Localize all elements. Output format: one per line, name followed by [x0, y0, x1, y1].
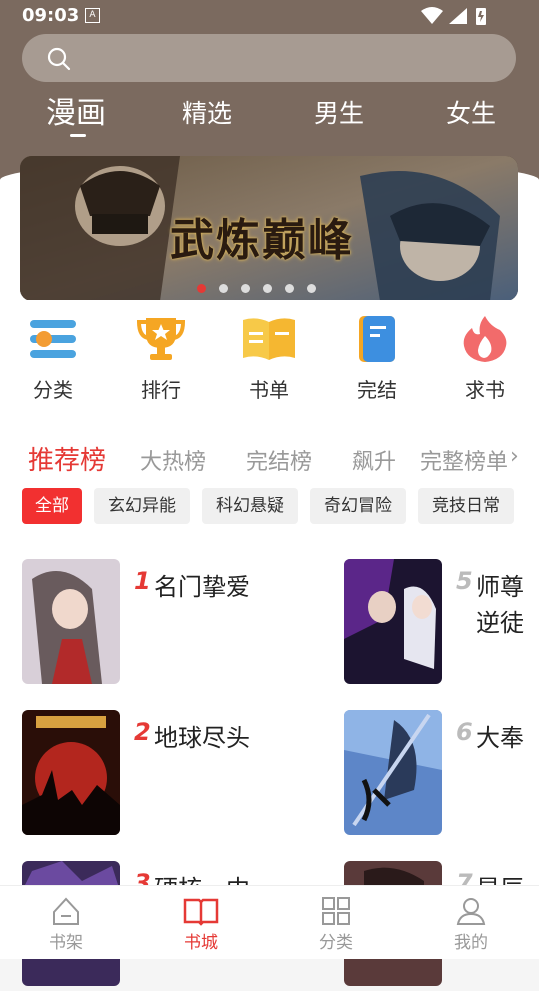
rank-tab-recommend[interactable]: 推荐榜: [28, 440, 106, 477]
nav-label: 我的: [454, 933, 488, 953]
status-bar: 09:03 A: [0, 0, 539, 30]
book-item[interactable]: 5 师尊 逆徒: [344, 559, 539, 689]
pagination-dot: [219, 284, 228, 293]
category-label: 排行: [141, 378, 181, 402]
chip-scifi-mystery[interactable]: 科幻悬疑: [202, 488, 298, 524]
category-label: 分类: [33, 378, 73, 402]
tab-comics[interactable]: 漫画: [46, 88, 106, 132]
nav-label: 书城: [184, 933, 218, 953]
banner[interactable]: 武炼巅峰: [20, 156, 518, 301]
category-label: 求书: [465, 378, 505, 402]
category-ranking[interactable]: 排行: [121, 316, 201, 403]
book-open-icon: [243, 318, 295, 360]
book-icon: [359, 316, 395, 362]
list-icon: [30, 320, 76, 358]
ranking-tabs: 推荐榜 大热榜 完结榜 飙升 完整榜单 ›: [0, 440, 539, 480]
tab-female[interactable]: 女生: [446, 94, 496, 130]
tab-male[interactable]: 男生: [314, 94, 364, 130]
nav-bookshelf[interactable]: 书架: [26, 896, 106, 953]
book-title-line2: 逆徒: [476, 609, 524, 637]
pagination-dot: [307, 284, 316, 293]
chip-adventure[interactable]: 奇幻冒险: [310, 488, 406, 524]
book-title: 名门挚爱: [154, 573, 250, 601]
category-classify[interactable]: 分类: [13, 316, 93, 403]
book-cover: [22, 559, 120, 684]
book-cover: [344, 710, 442, 835]
bottom-nav: 书架 书城 分类 我的: [0, 885, 539, 959]
chip-fantasy-ability[interactable]: 玄幻异能: [94, 488, 190, 524]
top-tabs: 漫画 精选 男生 女生: [0, 88, 539, 138]
pagination-dot: [285, 284, 294, 293]
rank-tab-hot[interactable]: 大热榜: [140, 444, 206, 476]
tab-indicator: [70, 134, 86, 137]
nav-profile[interactable]: 我的: [431, 896, 511, 953]
book-title: 大奉: [476, 724, 524, 752]
category-label: 书单: [249, 378, 289, 402]
book-cover: [344, 559, 442, 684]
main-content: 分类 排行 书单 完结 求书 推荐榜 大热榜 完结榜 飙升 完整榜单 › 全部 …: [0, 300, 539, 986]
pagination-dot: [263, 284, 272, 293]
grid-icon: [322, 897, 350, 925]
wifi-icon: [421, 7, 443, 24]
book-title: 地球尽头: [154, 724, 250, 752]
banner-pagination: [197, 278, 329, 297]
bookshelf-icon: [53, 897, 79, 925]
status-icons: [419, 5, 499, 31]
chevron-right-icon[interactable]: ›: [510, 444, 519, 469]
open-book-icon: [183, 898, 219, 926]
book-title: 师尊: [476, 573, 524, 601]
chip-all[interactable]: 全部: [22, 488, 82, 524]
nav-label: 书架: [49, 933, 83, 953]
category-completed[interactable]: 完结: [337, 316, 417, 403]
category-label: 完结: [357, 378, 397, 402]
rank-tab-completed[interactable]: 完结榜: [246, 444, 312, 476]
tab-featured[interactable]: 精选: [182, 94, 232, 130]
nav-label: 分类: [319, 933, 353, 953]
notification-a-icon: A: [85, 8, 100, 23]
rank-tab-full-list[interactable]: 完整榜单: [420, 444, 508, 476]
nav-bookstore[interactable]: 书城: [161, 896, 241, 953]
user-icon: [456, 898, 486, 925]
book-cover: [22, 710, 120, 835]
pagination-dot: [241, 284, 250, 293]
book-rank: 6: [456, 718, 473, 746]
status-time: 09:03: [22, 5, 80, 26]
pagination-dot: [197, 284, 206, 293]
book-item[interactable]: 2 地球尽头: [22, 710, 282, 840]
search-input[interactable]: [22, 34, 516, 82]
book-rank: 1: [134, 567, 151, 595]
rank-tab-rising[interactable]: 飙升: [352, 444, 396, 476]
book-rank: 5: [456, 567, 473, 595]
nav-category[interactable]: 分类: [296, 896, 376, 953]
trophy-icon: [136, 318, 186, 360]
chip-sports-daily[interactable]: 竞技日常: [418, 488, 514, 524]
category-request[interactable]: 求书: [445, 316, 525, 403]
book-item[interactable]: 1 名门挚爱: [22, 559, 282, 689]
search-icon: [47, 47, 71, 71]
category-booklist[interactable]: 书单: [229, 316, 309, 403]
flame-icon: [463, 316, 507, 362]
signal-icon: [449, 8, 467, 24]
banner-title: 武炼巅峰: [170, 215, 354, 266]
book-rank: 2: [134, 718, 151, 746]
book-item[interactable]: 6 大奉: [344, 710, 539, 840]
